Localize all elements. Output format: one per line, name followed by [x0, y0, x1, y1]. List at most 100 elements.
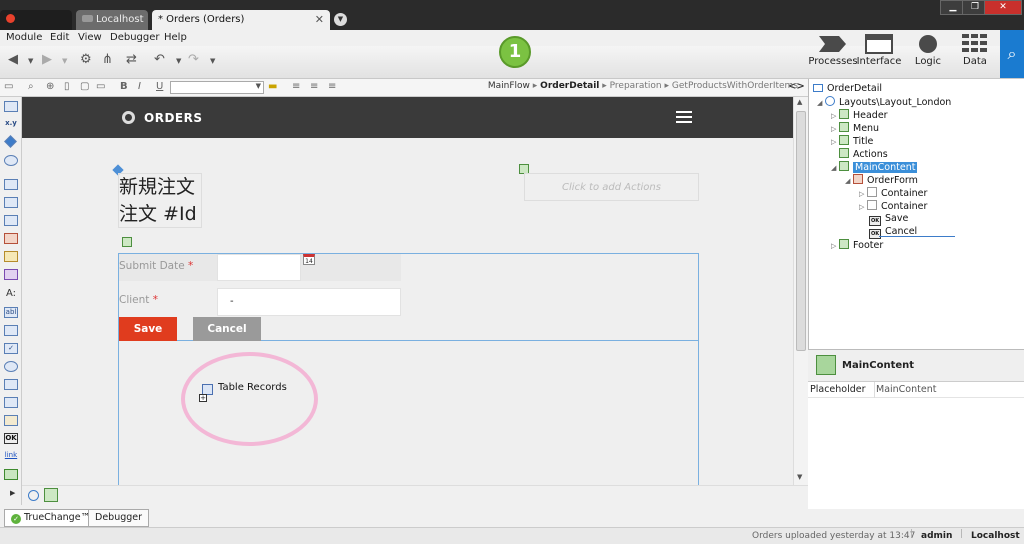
collapse-icon[interactable]: ◢ [845, 177, 853, 185]
table-records-widget[interactable]: Table Records [218, 382, 287, 393]
logic-button[interactable]: Logic [903, 34, 953, 67]
menu-view[interactable]: View [78, 32, 102, 43]
expand-icon[interactable]: ▷ [859, 190, 867, 198]
font-select[interactable]: ▼ [170, 81, 264, 94]
save-button[interactable]: Save [119, 317, 177, 341]
container-widget-icon[interactable] [4, 101, 18, 112]
upload-widget-icon[interactable] [4, 397, 18, 408]
breadcrumb-mainflow[interactable]: MainFlow [488, 81, 530, 91]
menu-edit[interactable]: Edit [50, 32, 69, 43]
tab-overflow-button[interactable]: ▼ [334, 13, 347, 26]
expression-widget-icon[interactable]: x.y [4, 119, 18, 130]
checkbox-widget-icon[interactable]: ✓ [4, 343, 18, 354]
breadcrumb-preparation[interactable]: Preparation [610, 81, 662, 91]
tree-node-cancel[interactable]: OK Cancel [869, 226, 917, 239]
menu-debugger[interactable]: Debugger [110, 32, 160, 43]
status-user[interactable]: admin [921, 531, 952, 541]
popup-widget-icon[interactable] [4, 415, 18, 426]
mobile-icon[interactable]: ▯ [64, 81, 70, 92]
placeholder-footer-icon[interactable] [28, 490, 39, 501]
italic-button[interactable]: I [138, 81, 141, 92]
link-widget-icon[interactable] [4, 269, 18, 280]
redo-dropdown-icon[interactable]: ▼ [210, 57, 215, 65]
tree-node-menu[interactable]: ▷ Menu [831, 122, 879, 134]
property-row[interactable]: Placeholder MainContent [808, 382, 1024, 398]
collapse-icon[interactable]: ◢ [817, 99, 825, 107]
undo-icon[interactable]: ↶ [154, 52, 165, 67]
list-widget-icon[interactable] [4, 197, 18, 208]
label-widget-icon[interactable]: abl [4, 307, 18, 318]
image-widget-icon[interactable] [4, 469, 18, 480]
radio-widget-icon[interactable] [4, 361, 18, 372]
tab-outsystems[interactable]: outsystems [0, 10, 72, 45]
gear-icon[interactable]: ⚙ [80, 52, 92, 67]
actions-placeholder[interactable]: Click to add Actions [524, 173, 699, 201]
menu-module[interactable]: Module [6, 32, 42, 43]
pen-widget-icon[interactable] [4, 251, 18, 262]
data-button[interactable]: Data [950, 34, 1000, 67]
forward-arrow-icon[interactable]: ▶ [42, 52, 52, 67]
expand-icon[interactable]: ▷ [859, 203, 867, 211]
close-tab-icon[interactable]: ✕ [315, 10, 324, 30]
tab-debugger[interactable]: Debugger [88, 509, 150, 527]
tree-node-container-1[interactable]: ▷ Container [859, 187, 927, 199]
back-arrow-icon[interactable]: ◀ [8, 52, 18, 67]
breadcrumb-orderdetail[interactable]: OrderDetail [540, 81, 599, 91]
tree-node-footer[interactable]: ▷ Footer [831, 239, 883, 251]
placeholder-widget-icon[interactable] [4, 155, 18, 166]
interface-button[interactable]: Interface [854, 34, 904, 67]
tree-node-title[interactable]: ▷ Title [831, 135, 873, 147]
tree-node-actions[interactable]: Actions [839, 148, 888, 160]
tree-node-orderdetail[interactable]: OrderDetail [813, 83, 882, 94]
scroll-up-icon[interactable]: ▲ [797, 98, 802, 106]
menu-help[interactable]: Help [164, 32, 187, 43]
tree-node-maincontent[interactable]: ◢ MainContent [831, 161, 918, 173]
zoom-icon[interactable]: ⌕ [28, 81, 34, 92]
select-icon[interactable]: ▭ [4, 81, 13, 92]
web-block-footer-icon[interactable] [44, 488, 58, 502]
redo-icon[interactable]: ↷ [188, 52, 199, 67]
palette-expand-icon[interactable]: ▶ [10, 489, 15, 497]
if-widget-icon[interactable] [4, 135, 17, 148]
bold-button[interactable]: B [120, 81, 128, 92]
link-text-widget-icon[interactable]: link [4, 451, 18, 462]
processes-button[interactable]: Processes [808, 34, 858, 67]
input-widget-icon[interactable] [4, 325, 18, 336]
tree-node-container-2[interactable]: ▷ Container [859, 200, 927, 212]
calendar-icon[interactable]: 14 [303, 254, 315, 265]
expand-icon[interactable]: ▷ [831, 242, 839, 250]
client-select[interactable]: - [217, 288, 401, 316]
tree-node-header[interactable]: ▷ Header [831, 109, 888, 121]
close-window-button[interactable]: ✕ [984, 0, 1022, 15]
undo-dropdown-icon[interactable]: ▼ [176, 57, 181, 65]
style-icon[interactable]: ▬ [268, 81, 277, 92]
forward-dropdown-icon[interactable]: ▼ [62, 57, 67, 65]
scroll-thumb[interactable] [796, 111, 806, 351]
cancel-button[interactable]: Cancel [193, 317, 261, 341]
zoom-in-icon[interactable]: ⊕ [46, 81, 54, 92]
tab-truechange[interactable]: ✓ TrueChange™ [4, 509, 98, 527]
form-widget-icon[interactable] [4, 179, 18, 190]
scroll-down-icon[interactable]: ▼ [797, 473, 802, 481]
tab-localhost[interactable]: Localhost [76, 10, 148, 30]
breadcrumb-getproducts[interactable]: GetProductsWithOrderItems [672, 81, 798, 91]
expand-icon[interactable]: ▷ [831, 125, 839, 133]
align-center-icon[interactable]: ≡ [310, 81, 318, 92]
tree-node-save[interactable]: OK Save [869, 213, 908, 226]
search-button[interactable]: ⌕ [1000, 30, 1024, 78]
back-dropdown-icon[interactable]: ▼ [28, 57, 33, 65]
combo-widget-icon[interactable] [4, 379, 18, 390]
tablet-icon[interactable]: ▢ [80, 81, 89, 92]
status-server[interactable]: Localhost [971, 531, 1020, 541]
merge-icon[interactable]: ⋔ [102, 52, 113, 67]
page-title[interactable]: 新規注文 注文 #Id [118, 173, 202, 228]
edit-record-widget-icon[interactable] [4, 233, 18, 244]
compare-icon[interactable]: ⇄ [126, 52, 137, 67]
expand-icon[interactable]: ▷ [831, 112, 839, 120]
expand-plus-icon[interactable]: + [199, 394, 207, 402]
submit-date-input[interactable] [217, 254, 301, 281]
publish-step-badge[interactable]: 1 [499, 36, 531, 68]
underline-button[interactable]: U [156, 81, 163, 92]
tab-orders[interactable]: * Orders (Orders) ✕ [152, 10, 330, 30]
desktop-icon[interactable]: ▭ [96, 81, 105, 92]
